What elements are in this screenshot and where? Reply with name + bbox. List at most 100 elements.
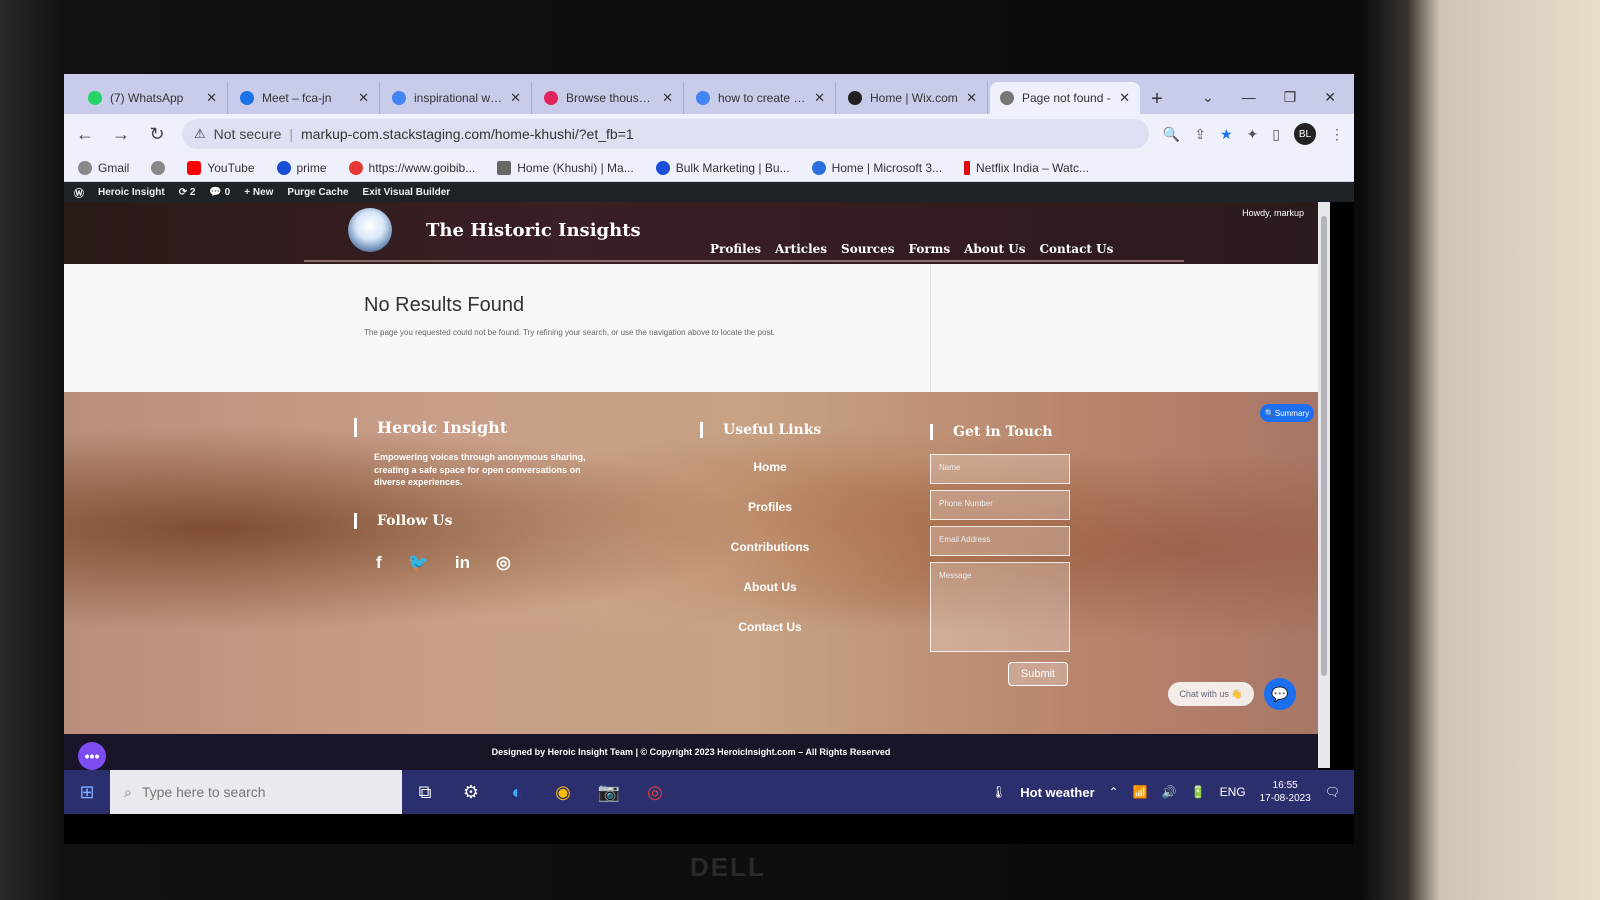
url-bar[interactable]: ⚠ Not secure | markup-com.stackstaging.c…: [182, 119, 1149, 149]
tab-search-icon[interactable]: ⌄: [1202, 89, 1214, 106]
wp-new[interactable]: + New: [244, 187, 273, 198]
site-brand[interactable]: The Historic Insights: [426, 220, 641, 241]
zoom-icon[interactable]: 🔍: [1163, 126, 1180, 143]
footer-link-contact-us[interactable]: Contact Us: [738, 620, 801, 634]
taskbar-search[interactable]: ⌕ Type here to search: [110, 770, 402, 814]
security-label[interactable]: Not secure: [214, 126, 282, 142]
google-icon: [696, 91, 710, 105]
browse-site-icon: [544, 91, 558, 105]
chrome-profile-icon[interactable]: ◎: [632, 770, 678, 814]
notifications-icon[interactable]: 🗨: [1325, 785, 1340, 799]
footer-links-title: Useful Links: [700, 422, 840, 438]
bookmark-prime[interactable]: prime: [276, 160, 327, 175]
weather-label[interactable]: Hot weather: [1020, 785, 1094, 800]
nav-about-us[interactable]: About Us: [964, 242, 1025, 256]
close-window-icon[interactable]: ✕: [1324, 89, 1336, 106]
battery-icon[interactable]: 🔋: [1191, 785, 1206, 799]
bookmark-youtube[interactable]: YouTube: [187, 160, 255, 175]
linkedin-icon[interactable]: in: [455, 553, 470, 573]
facebook-icon[interactable]: f: [376, 553, 382, 573]
nav-profiles[interactable]: Profiles: [710, 242, 761, 256]
header-divider: [304, 260, 1184, 262]
windows-start-icon[interactable]: ⊞: [64, 770, 110, 814]
scrollbar-thumb[interactable]: [1321, 216, 1327, 676]
wp-purge-cache[interactable]: Purge Cache: [287, 187, 348, 198]
bookmark-goibibo[interactable]: https://www.goibib...: [348, 160, 475, 175]
close-tab-icon[interactable]: ✕: [662, 90, 673, 106]
site-logo[interactable]: [348, 208, 392, 252]
extensions-icon[interactable]: ✦: [1247, 126, 1259, 143]
chrome-icon[interactable]: ◉: [540, 770, 586, 814]
more-menu-icon[interactable]: ⋮: [1330, 126, 1344, 143]
message-field[interactable]: Message: [930, 562, 1070, 652]
footer-link-home[interactable]: Home: [753, 460, 786, 474]
volume-icon[interactable]: 🔊: [1162, 785, 1177, 799]
page-scrollbar[interactable]: [1318, 202, 1330, 768]
profile-avatar[interactable]: BL: [1294, 123, 1316, 145]
chat-with-us-label[interactable]: Chat with us 👋: [1168, 682, 1254, 706]
bookmark-star-icon[interactable]: ★: [1220, 126, 1233, 143]
footer-link-profiles[interactable]: Profiles: [748, 500, 792, 514]
footer-link-about-us[interactable]: About Us: [743, 580, 796, 594]
reload-icon[interactable]: ↻: [146, 124, 168, 145]
social-icons: f 🐦 in ◎: [354, 553, 614, 573]
twitter-icon[interactable]: 🐦: [408, 553, 429, 573]
new-tab-button[interactable]: +: [1142, 84, 1172, 114]
instagram-icon[interactable]: ◎: [496, 553, 511, 573]
bookmark-globe[interactable]: [151, 160, 166, 175]
tab-wix[interactable]: Home | Wix.com ✕: [838, 82, 988, 114]
nav-sources[interactable]: Sources: [841, 242, 894, 256]
summary-button[interactable]: 🔍 Summary: [1260, 404, 1314, 422]
wp-exit-builder[interactable]: Exit Visual Builder: [363, 187, 451, 198]
tab-page-not-found[interactable]: Page not found - ✕: [990, 82, 1140, 114]
howdy-user[interactable]: Howdy, markup: [1242, 208, 1304, 218]
network-icon[interactable]: 📶: [1133, 785, 1148, 799]
bookmark-netflix[interactable]: Netflix India – Watc...: [964, 160, 1089, 175]
side-panel-icon[interactable]: ▯: [1272, 126, 1280, 143]
settings-icon[interactable]: ⚙: [448, 770, 494, 814]
share-icon[interactable]: ⇪: [1194, 126, 1206, 143]
submit-button[interactable]: Submit: [1008, 662, 1068, 686]
tab-meet[interactable]: Meet – fca-jn ✕: [230, 82, 380, 114]
phone-field[interactable]: Phone Number: [930, 490, 1070, 520]
footer-link-contributions[interactable]: Contributions: [731, 540, 810, 554]
tab-whatsapp[interactable]: (7) WhatsApp ✕: [78, 82, 228, 114]
close-tab-icon[interactable]: ✕: [1119, 90, 1130, 106]
wp-comments[interactable]: 💬 0: [209, 187, 230, 198]
useful-links: Home Profiles Contributions About Us Con…: [700, 460, 840, 634]
edge-icon[interactable]: ◐: [494, 770, 540, 814]
close-tab-icon[interactable]: ✕: [510, 90, 521, 106]
close-tab-icon[interactable]: ✕: [206, 90, 217, 106]
close-tab-icon[interactable]: ✕: [966, 90, 977, 106]
wordpress-icon[interactable]: Ⓦ: [74, 185, 84, 200]
builder-menu-icon[interactable]: •••: [78, 742, 106, 770]
close-tab-icon[interactable]: ✕: [358, 90, 369, 106]
nav-contact-us[interactable]: Contact Us: [1039, 242, 1113, 256]
camera-icon[interactable]: 📷: [586, 770, 632, 814]
wp-site-name[interactable]: Heroic Insight: [98, 187, 165, 198]
name-field[interactable]: Name: [930, 454, 1070, 484]
url-text[interactable]: markup-com.stackstaging.com/home-khushi/…: [301, 126, 634, 142]
tab-google-create[interactable]: how to create a c ✕: [686, 82, 836, 114]
clock[interactable]: 16:55 17-08-2023: [1260, 779, 1311, 805]
back-icon[interactable]: ←: [74, 124, 96, 145]
nav-articles[interactable]: Articles: [775, 242, 827, 256]
tab-google-inspirational[interactable]: inspirational wwe ✕: [382, 82, 532, 114]
forward-icon[interactable]: →: [110, 124, 132, 145]
bookmark-gmail[interactable]: Gmail: [78, 160, 129, 175]
restore-icon[interactable]: ❐: [1284, 89, 1297, 106]
nav-forms[interactable]: Forms: [908, 242, 950, 256]
bookmark-microsoft[interactable]: Home | Microsoft 3...: [811, 160, 942, 175]
minimize-icon[interactable]: —: [1242, 89, 1256, 106]
chevron-up-icon[interactable]: ⌃: [1109, 785, 1119, 799]
email-field[interactable]: Email Address: [930, 526, 1070, 556]
close-tab-icon[interactable]: ✕: [814, 90, 825, 106]
wp-updates[interactable]: ⟳ 2: [179, 187, 196, 198]
bookmark-bulk-marketing[interactable]: Bulk Marketing | Bu...: [655, 160, 790, 175]
chat-icon[interactable]: 💬: [1264, 678, 1296, 710]
bookmark-home-khushi[interactable]: Home (Khushi) | Ma...: [497, 160, 634, 175]
tab-browse[interactable]: Browse thousand ✕: [534, 82, 684, 114]
task-view-icon[interactable]: ⧉: [402, 770, 448, 814]
language-indicator[interactable]: ENG: [1220, 785, 1246, 799]
window-controls: ⌄ — ❐ ✕: [1202, 89, 1354, 114]
